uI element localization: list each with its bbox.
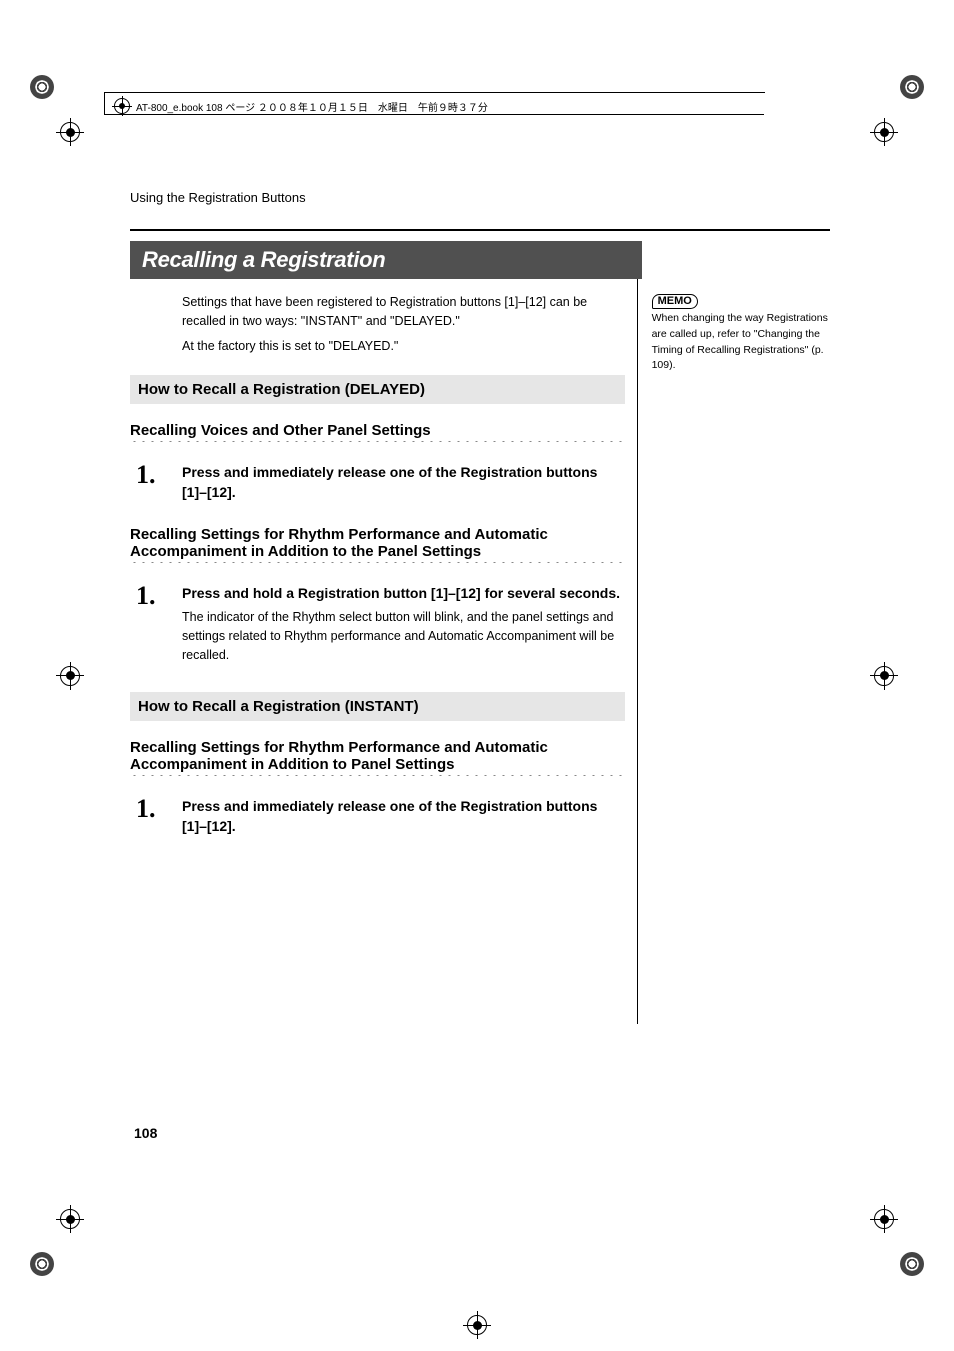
main-column: Settings that have been registered to Re…: [130, 279, 638, 1025]
intro-text: Settings that have been registered to Re…: [130, 293, 625, 357]
intro-paragraph: At the factory this is set to "DELAYED.": [182, 337, 625, 356]
step-title: Press and immediately release one of the…: [182, 462, 625, 503]
page-content: Using the Registration Buttons Recalling…: [130, 190, 830, 1024]
registration-target-icon: [60, 122, 80, 142]
printer-crop-mark-icon: [900, 75, 924, 99]
printer-crop-mark-icon: [30, 75, 54, 99]
voices-heading: Recalling Voices and Other Panel Setting…: [130, 422, 625, 439]
divider: [130, 229, 830, 231]
step-item: 1. Press and hold a Registration button …: [130, 583, 625, 665]
registration-target-icon: [874, 122, 894, 142]
intro-paragraph: Settings that have been registered to Re…: [182, 293, 625, 332]
page-number: 108: [134, 1125, 157, 1141]
printer-crop-mark-icon: [30, 1252, 54, 1276]
step-number: 1.: [136, 462, 182, 507]
two-column-layout: Settings that have been registered to Re…: [130, 279, 830, 1025]
dotted-rule: [130, 562, 625, 563]
step-item: 1. Press and immediately release one of …: [130, 462, 625, 507]
step-title: Press and hold a Registration button [1]…: [182, 583, 625, 603]
rhythm-heading: Recalling Settings for Rhythm Performanc…: [130, 526, 625, 560]
registration-target-icon: [60, 666, 80, 686]
printer-crop-mark-icon: [900, 1252, 924, 1276]
dotted-rule: [130, 441, 625, 442]
step-number: 1.: [136, 796, 182, 841]
memo-icon: MEMO: [652, 293, 698, 310]
memo-column: MEMO When changing the way Registrations…: [638, 279, 830, 1025]
section-title: Recalling a Registration: [130, 241, 642, 279]
step-number: 1.: [136, 583, 182, 665]
subsection-heading-instant: How to Recall a Registration (INSTANT): [130, 692, 625, 721]
running-head: Using the Registration Buttons: [130, 190, 830, 205]
rhythm-heading: Recalling Settings for Rhythm Performanc…: [130, 739, 625, 773]
step-text: The indicator of the Rhythm select butto…: [182, 608, 625, 666]
memo-text: When changing the way Registrations are …: [652, 311, 830, 374]
registration-target-icon: [874, 666, 894, 686]
registration-target-icon: [874, 1209, 894, 1229]
subsection-heading-delayed: How to Recall a Registration (DELAYED): [130, 375, 625, 404]
registration-target-icon: [60, 1209, 80, 1229]
registration-target-icon: [114, 98, 130, 114]
step-title: Press and immediately release one of the…: [182, 796, 625, 837]
registration-target-icon: [467, 1315, 487, 1335]
imposition-header: AT-800_e.book 108 ページ ２００８年１０月１５日 水曜日 午前…: [114, 98, 488, 114]
step-item: 1. Press and immediately release one of …: [130, 796, 625, 841]
dotted-rule: [130, 775, 625, 776]
